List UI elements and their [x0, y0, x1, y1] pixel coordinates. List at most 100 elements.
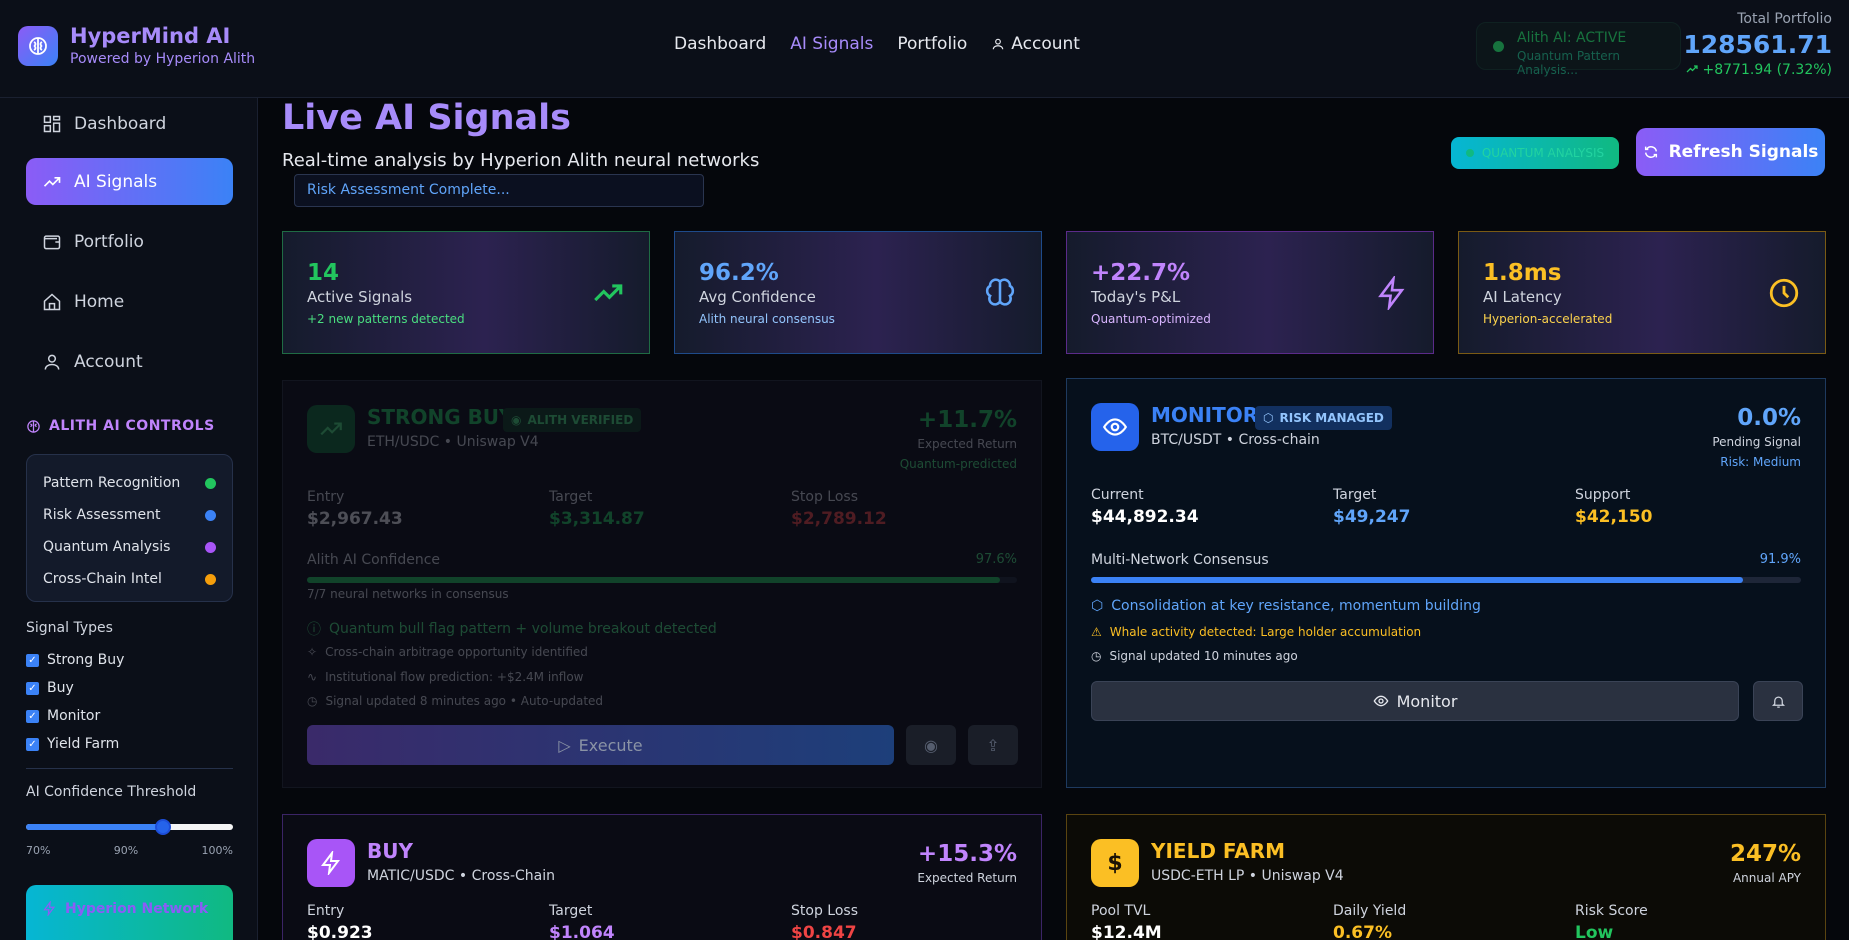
tick-label: 100% — [201, 844, 233, 857]
home-icon — [43, 292, 61, 310]
button-label: Execute — [578, 735, 643, 755]
metric-value: $0.923 — [307, 923, 373, 940]
stat-card-active-signals: 14 Active Signals +2 new patterns detect… — [282, 231, 650, 354]
sidebar-item-ai-signals[interactable]: AI Signals — [26, 158, 233, 205]
nav-item-account[interactable]: Account — [991, 34, 1080, 54]
control-label: Quantum Analysis — [43, 539, 171, 555]
dollar-icon: $ — [1091, 839, 1139, 887]
risk-level: Risk: Medium — [1720, 455, 1801, 469]
trending-up-icon — [43, 176, 61, 187]
lightning-icon — [43, 901, 56, 916]
confidence-threshold-slider[interactable] — [26, 819, 233, 835]
signal-type-yield-farm[interactable]: ✓ Yield Farm — [26, 730, 124, 758]
monitor-button[interactable]: Monitor — [1091, 681, 1739, 721]
view-button[interactable]: ◉ — [906, 725, 956, 765]
slider-thumb[interactable] — [154, 819, 171, 835]
return-label: Annual APY — [1732, 871, 1801, 885]
brand-name[interactable]: HyperMind AI — [70, 24, 230, 48]
tick-label: 90% — [113, 844, 139, 857]
warning-icon: ⚠ — [1091, 625, 1102, 639]
confidence-value: 91.9% — [1759, 552, 1801, 567]
brain-icon — [27, 419, 40, 433]
nav-item-portfolio[interactable]: Portfolio — [897, 34, 967, 54]
sidebar-item-portfolio[interactable]: Portfolio — [26, 218, 233, 265]
metric-label: Stop Loss — [791, 489, 858, 505]
badge-label: RISK MANAGED — [1279, 411, 1384, 425]
metric-label: Current — [1091, 487, 1144, 503]
risk-managed-badge: ⬡ RISK MANAGED — [1255, 406, 1392, 430]
metric-value: $42,150 — [1575, 507, 1653, 527]
nav-item-ai-signals[interactable]: AI Signals — [790, 34, 873, 54]
confidence-label: Alith AI Confidence — [307, 552, 441, 568]
checkbox[interactable]: ✓ — [26, 681, 39, 695]
metric-value: Low — [1575, 923, 1614, 940]
control-pattern-recognition[interactable]: Pattern Recognition — [43, 467, 216, 499]
divider — [26, 768, 233, 769]
metric-label: Target — [549, 903, 593, 919]
control-label: Risk Assessment — [43, 507, 161, 523]
signal-type-strong-buy[interactable]: ✓ Strong Buy — [26, 646, 124, 674]
sidebar-item-account[interactable]: Account — [26, 338, 233, 385]
user-icon — [993, 38, 1004, 50]
clock-icon: ◷ — [1091, 649, 1102, 663]
sidebar-item-dashboard[interactable]: Dashboard — [26, 100, 233, 147]
metric-label: Support — [1575, 487, 1631, 503]
execute-button[interactable]: ▷ Execute — [307, 725, 894, 765]
metric-label: Risk Score — [1575, 903, 1648, 919]
note-text: Institutional flow prediction: +$2.4M in… — [325, 670, 584, 684]
control-quantum-analysis[interactable]: Quantum Analysis — [43, 531, 216, 563]
nav-label: Account — [1011, 34, 1080, 54]
note-pattern: ⓘ Quantum bull flag pattern + volume bre… — [307, 619, 717, 639]
brain-icon — [985, 278, 1015, 306]
checkbox[interactable]: ✓ — [26, 737, 39, 751]
metric-stop-loss: Stop Loss $0.847 — [791, 903, 858, 940]
alert-button[interactable] — [1753, 681, 1803, 721]
status-dot — [1493, 41, 1504, 52]
sidebar: Dashboard AI Signals Portfolio Home Acco… — [0, 98, 258, 940]
brand-subtitle: Powered by Hyperion Alith — [70, 51, 256, 67]
shield-icon: ◉ — [511, 413, 522, 427]
note-updated: ◷ Signal updated 10 minutes ago — [1091, 649, 1298, 663]
lightning-icon — [1378, 276, 1405, 310]
user-icon — [44, 354, 60, 370]
brain-logo-icon[interactable] — [18, 26, 58, 66]
sidebar-item-label: Portfolio — [74, 231, 144, 252]
checkbox[interactable]: ✓ — [26, 653, 39, 667]
refresh-icon — [1644, 146, 1657, 158]
share-icon: ⇪ — [986, 735, 1000, 755]
confidence-label: Multi-Network Consensus — [1091, 552, 1269, 568]
sidebar-item-home[interactable]: Home — [26, 278, 233, 325]
alith-controls-heading: ALITH AI CONTROLS — [26, 418, 215, 434]
sidebar-item-label: Dashboard — [74, 113, 167, 134]
consensus-text: 7/7 neural networks in consensus — [307, 587, 509, 601]
stat-label: Avg Confidence — [699, 288, 816, 306]
sidebar-item-label: AI Signals — [74, 171, 158, 192]
share-button[interactable]: ⇪ — [968, 725, 1018, 765]
ai-status-pill: Alith AI: ACTIVE Quantum Pattern Analysi… — [1476, 22, 1681, 77]
alith-controls-panel: Pattern Recognition Risk Assessment Quan… — [26, 454, 233, 602]
status-dot — [1465, 149, 1474, 157]
metric-target: Target $49,247 — [1333, 487, 1410, 527]
risk-status-field: Risk Assessment Complete... — [294, 174, 704, 207]
signal-type-buy[interactable]: ✓ Buy — [26, 674, 124, 702]
sidebar-item-label: Account — [74, 351, 143, 372]
checkbox[interactable]: ✓ — [26, 709, 39, 723]
refresh-signals-button[interactable]: Refresh Signals — [1636, 128, 1825, 176]
network-card-title: Hyperion Network — [65, 901, 209, 917]
stat-note: Alith neural consensus — [699, 312, 835, 326]
stat-value: 14 — [307, 260, 340, 286]
top-bar: HyperMind AI Powered by Hyperion Alith D… — [0, 0, 1849, 98]
hyperion-network-card[interactable]: Hyperion Network — [26, 885, 233, 940]
metric-value: $2,967.43 — [307, 509, 403, 529]
play-icon: ▷ — [558, 735, 571, 755]
signal-type-monitor[interactable]: ✓ Monitor — [26, 702, 124, 730]
slider-fill — [26, 824, 163, 830]
control-risk-assessment[interactable]: Risk Assessment — [43, 499, 216, 531]
button-label: Monitor — [1396, 691, 1458, 711]
status-dot — [205, 509, 216, 521]
stat-note: +2 new patterns detected — [307, 312, 465, 326]
metric-entry: Entry $0.923 — [307, 903, 373, 940]
metric-label: Stop Loss — [791, 903, 858, 919]
control-cross-chain-intel[interactable]: Cross-Chain Intel — [43, 563, 216, 595]
nav-item-dashboard[interactable]: Dashboard — [674, 34, 766, 54]
